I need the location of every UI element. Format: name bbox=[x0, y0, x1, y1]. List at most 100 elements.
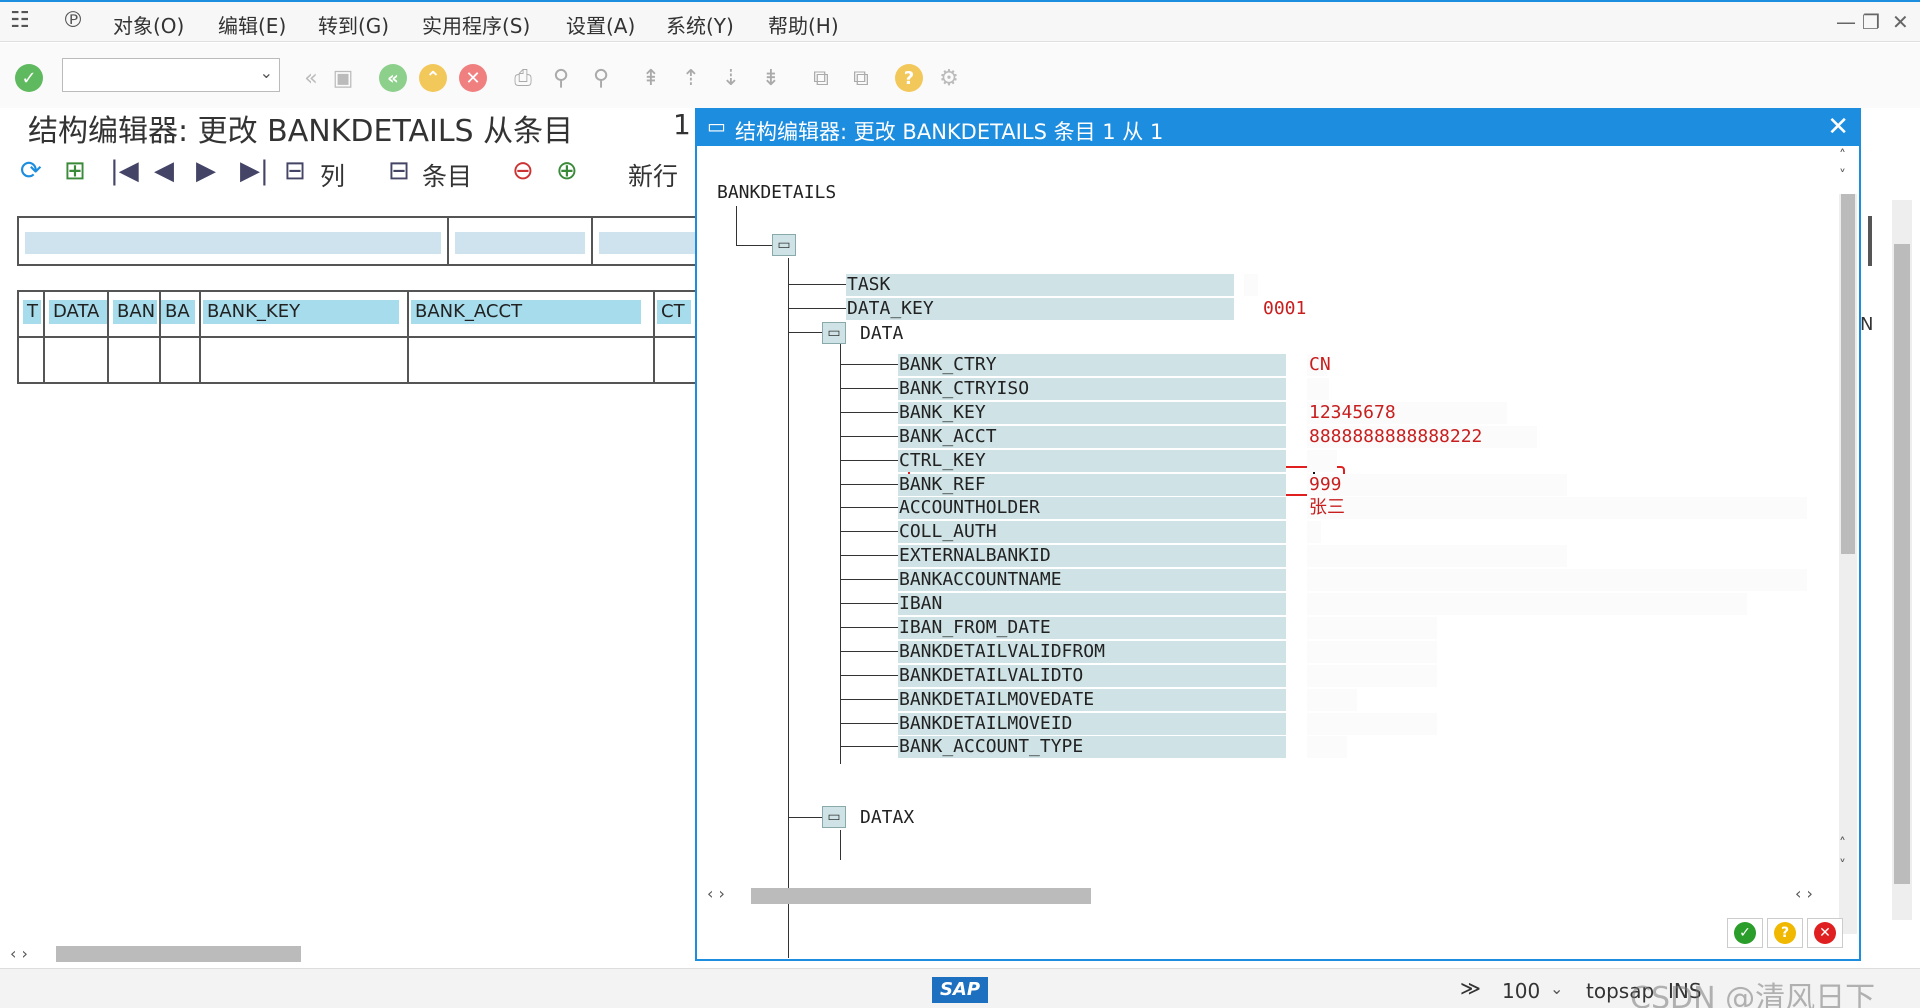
help-button[interactable]: ? bbox=[1767, 918, 1803, 948]
folder-icon[interactable]: ▭ bbox=[822, 806, 846, 828]
field-value-bank-ctry[interactable]: CN bbox=[1309, 354, 1331, 376]
field-value-bank-key[interactable]: 12345678 bbox=[1309, 402, 1396, 424]
field-input-bank-account-type[interactable] bbox=[1307, 736, 1347, 758]
first-page-icon[interactable]: ⇞ bbox=[636, 63, 666, 93]
field-label-bank-ctry: BANK_CTRY bbox=[898, 354, 1286, 376]
field-input-accountholder[interactable] bbox=[1307, 497, 1807, 519]
command-field[interactable]: ⌄ bbox=[62, 58, 280, 92]
cancel-icon[interactable]: ✕ bbox=[459, 64, 487, 92]
close-window-icon[interactable]: ✕ bbox=[1892, 10, 1909, 34]
column-header[interactable]: CT bbox=[657, 300, 691, 324]
dialog-title: 结构编辑器: 更改 BANKDETAILS 条目 1 从 1 bbox=[735, 120, 1164, 144]
chevron-down-icon[interactable]: ⌄ bbox=[1550, 979, 1563, 998]
print-icon[interactable]: ⎙ bbox=[508, 63, 538, 93]
field-input-bankdetailvalidto[interactable] bbox=[1307, 665, 1437, 687]
scroll-down-icon[interactable]: ˅ bbox=[1839, 168, 1846, 184]
minimize-icon[interactable]: — bbox=[1836, 10, 1856, 34]
zoom-level[interactable]: 100 bbox=[1502, 979, 1540, 1003]
entries-icon[interactable]: ⊟ bbox=[388, 156, 410, 186]
menu-goto[interactable]: 转到(G) bbox=[318, 10, 389, 39]
page-horizontal-scrollbar[interactable] bbox=[56, 946, 301, 962]
field-input-task[interactable] bbox=[1244, 274, 1258, 296]
back-icon[interactable]: « bbox=[379, 64, 407, 92]
scroll-down-icon[interactable]: ˅ bbox=[1839, 858, 1846, 874]
field-value-bank-ref[interactable]: 999 bbox=[1309, 474, 1342, 496]
field-input-ctrl-key[interactable] bbox=[1307, 450, 1337, 472]
column-header[interactable]: BANK_ACCT bbox=[411, 300, 641, 324]
find-icon[interactable]: ⚲ bbox=[546, 63, 576, 93]
pin-icon[interactable]: ℗ bbox=[62, 8, 84, 33]
field-value-bank-acct[interactable]: 8888888888888222 bbox=[1309, 426, 1482, 448]
back-double-icon[interactable]: « bbox=[296, 63, 326, 93]
field-input-iban-from-date[interactable] bbox=[1307, 617, 1437, 639]
field-input-iban[interactable] bbox=[1307, 593, 1747, 615]
field-value-data-key[interactable]: 0001 bbox=[1263, 298, 1306, 320]
last-page-icon[interactable]: ⇟ bbox=[756, 63, 786, 93]
field-input-externalbankid[interactable] bbox=[1307, 545, 1567, 567]
page-vertical-scrollbar[interactable] bbox=[1892, 200, 1912, 920]
field-label-bankdetailvalidto: BANKDETAILVALIDTO bbox=[898, 665, 1286, 687]
hierarchy-icon[interactable]: ⊞ bbox=[64, 156, 86, 186]
next-page-icon[interactable]: ⇣ bbox=[716, 63, 746, 93]
folder-icon[interactable]: ▭ bbox=[772, 234, 796, 256]
scroll-right-icon[interactable]: ‹ › bbox=[1795, 884, 1813, 903]
menu-system[interactable]: 系统(Y) bbox=[666, 10, 734, 39]
refresh-icon[interactable]: ⟳ bbox=[20, 156, 42, 186]
save-icon[interactable]: ▣ bbox=[328, 63, 358, 93]
help-icon[interactable]: ? bbox=[895, 64, 923, 92]
column-header[interactable]: T bbox=[23, 300, 41, 324]
prev-entry-icon[interactable]: ◀ bbox=[154, 156, 174, 186]
prev-page-icon[interactable]: ⇡ bbox=[676, 63, 706, 93]
column-header[interactable]: BANK_KEY bbox=[203, 300, 399, 324]
settings-gear-icon[interactable]: ⚙ bbox=[934, 63, 964, 93]
scroll-left-icon[interactable]: ‹ › bbox=[10, 944, 28, 963]
cancel-button[interactable]: ✕ bbox=[1807, 918, 1843, 948]
find-next-icon[interactable]: ⚲ bbox=[586, 63, 616, 93]
next-entry-icon[interactable]: ▶ bbox=[196, 156, 216, 186]
menu-help[interactable]: 帮助(H) bbox=[768, 10, 839, 39]
folder-icon[interactable]: ▭ bbox=[822, 322, 846, 344]
column-header[interactable]: BAN bbox=[113, 300, 157, 324]
scroll-left-icon[interactable]: ‹ › bbox=[707, 884, 725, 903]
field-input-bank-ref[interactable] bbox=[1307, 474, 1567, 496]
entry-number: 1 bbox=[673, 108, 691, 141]
field-input-bankdetailmoveid[interactable] bbox=[1307, 713, 1437, 735]
field-value-accountholder[interactable]: 张三 bbox=[1309, 497, 1345, 519]
scroll-up-icon[interactable]: ˄ bbox=[1839, 836, 1846, 852]
menu-bar: ☷ ℗ 对象(O) 编辑(E) 转到(G) 实用程序(S) 设置(A) 系统(Y… bbox=[0, 0, 1920, 42]
menu-settings[interactable]: 设置(A) bbox=[566, 10, 635, 39]
close-icon[interactable]: ✕ bbox=[1827, 112, 1849, 142]
confirm-button[interactable]: ✓ bbox=[1727, 918, 1763, 948]
field-label-coll-auth: COLL_AUTH bbox=[898, 521, 1286, 543]
delete-row-icon[interactable]: ⊖ bbox=[512, 156, 534, 186]
menu-edit[interactable]: 编辑(E) bbox=[218, 10, 286, 39]
column-header[interactable]: DATA bbox=[49, 300, 107, 324]
exit-icon[interactable]: ⌃ bbox=[419, 64, 447, 92]
field-input-coll-auth[interactable] bbox=[1307, 521, 1321, 543]
insert-row-icon[interactable]: ⊕ bbox=[556, 156, 578, 186]
new-session-icon[interactable]: ⧉ bbox=[806, 63, 836, 93]
system-menu-icon[interactable]: ☷ bbox=[10, 8, 30, 33]
new-row-button[interactable]: 新行 bbox=[628, 157, 678, 193]
enter-check-icon[interactable]: ✓ bbox=[15, 64, 43, 92]
restore-icon[interactable]: ❐ bbox=[1862, 10, 1880, 34]
dialog-vertical-scrollbar[interactable] bbox=[1839, 194, 1857, 934]
field-input-bankdetailmovedate[interactable] bbox=[1307, 689, 1357, 711]
column-header[interactable]: BA bbox=[161, 300, 195, 324]
columns-button[interactable]: 列 bbox=[320, 157, 345, 193]
columns-icon[interactable]: ⊟ bbox=[284, 156, 306, 186]
scroll-up-icon[interactable]: ˄ bbox=[1839, 148, 1846, 164]
menu-utilities[interactable]: 实用程序(S) bbox=[422, 10, 530, 39]
field-input-bankdetailvalidfrom[interactable] bbox=[1307, 641, 1437, 663]
entries-button[interactable]: 条目 bbox=[422, 157, 472, 193]
first-entry-icon[interactable]: |◀ bbox=[110, 156, 139, 186]
chevron-down-icon[interactable]: ⌄ bbox=[260, 63, 273, 82]
menu-object[interactable]: 对象(O) bbox=[113, 10, 184, 39]
status-expand-icon[interactable]: ≫ bbox=[1460, 976, 1481, 1000]
last-entry-icon[interactable]: ▶| bbox=[240, 156, 269, 186]
dialog-horizontal-scrollbar[interactable] bbox=[751, 888, 1091, 904]
shortcut-icon[interactable]: ⧉ bbox=[846, 63, 876, 93]
page-title: 结构编辑器: 更改 BANKDETAILS 从条目 bbox=[28, 114, 574, 149]
field-input-bank-ctryiso[interactable] bbox=[1307, 378, 1329, 400]
field-input-bankaccountname[interactable] bbox=[1307, 569, 1807, 591]
